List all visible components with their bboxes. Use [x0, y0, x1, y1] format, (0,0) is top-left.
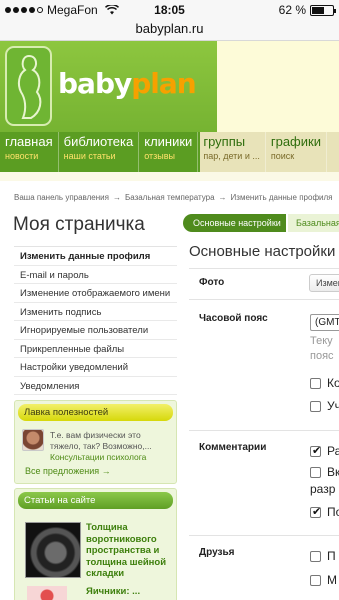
breadcrumb-item[interactable]: Ваша панель управления [14, 193, 109, 202]
menu-item-signature[interactable]: Изменить подпись [14, 303, 177, 321]
friends-option-1-label: П [327, 549, 336, 563]
comments-option-3-label: По [327, 505, 339, 519]
address-bar[interactable]: babyplan.ru [0, 20, 339, 40]
comments-checkbox-3[interactable] [310, 505, 321, 518]
timezone-option-2-label: Уч [327, 399, 339, 413]
settings-tabs: Основные настройки Базальная [183, 214, 339, 232]
friends-checkbox-2[interactable] [310, 575, 321, 586]
avatar[interactable] [22, 429, 44, 451]
menu-item-notifications[interactable]: Уведомления [14, 377, 177, 395]
change-photo-button[interactable]: Измен [309, 274, 339, 292]
article-thumbnail[interactable] [27, 586, 67, 600]
comments-option-1-label: Ра [327, 444, 339, 458]
tab-main-settings[interactable]: Основные настройки [183, 214, 286, 232]
nav-item-home[interactable]: главная новости [0, 132, 59, 172]
settings-heading: Основные настройки [189, 243, 336, 260]
article-link[interactable]: Толщина воротникового пространства и тол… [86, 522, 171, 580]
articles-box: Статьи на сайте Толщина воротникового пр… [14, 488, 177, 600]
comments-option-2-label-cont: разр [310, 482, 336, 496]
battery-percent: 62 % [278, 3, 306, 17]
breadcrumb-item[interactable]: Базальная температура [125, 193, 215, 202]
articles-title: Статьи на сайте [18, 492, 173, 509]
breadcrumb-item[interactable]: Изменить данные профиля [231, 193, 333, 202]
status-bar: MegaFon 18:05 62 % [0, 0, 339, 20]
comments-checkbox-2[interactable] [310, 467, 321, 478]
timezone-label: Часовой пояс [199, 313, 268, 324]
timezone-checkbox-2[interactable] [310, 401, 321, 412]
nav-item-library[interactable]: библиотека наши статьи [59, 132, 140, 172]
comments-option-2-label: Вк [327, 465, 339, 479]
article-thumbnail[interactable] [25, 522, 81, 578]
promo-title: Лавка полезностей [18, 404, 173, 421]
photo-label: Фото [199, 277, 225, 288]
all-offers-link[interactable]: Все предложения → [25, 466, 111, 476]
site-logo[interactable]: babyplan [58, 67, 197, 100]
menu-item-edit-profile[interactable]: Изменить данные профиля [14, 247, 177, 266]
menu-item-ignored-users[interactable]: Игнорируемые пользователи [14, 321, 177, 340]
promo-box: Лавка полезностей Т.е. вам физически это… [14, 400, 177, 484]
page-title: Моя страничка [13, 214, 145, 235]
browser-chrome: MegaFon 18:05 62 % babyplan.ru [0, 0, 339, 41]
friends-checkbox-1[interactable] [310, 551, 321, 562]
comments-checkbox-1[interactable] [310, 444, 321, 457]
nav-item-charts[interactable]: графики поиск [266, 132, 327, 172]
promo-link[interactable]: Консультации психолога [50, 452, 146, 462]
friends-option-2-label: М [327, 573, 337, 587]
menu-item-notification-settings[interactable]: Настройки уведомлений [14, 358, 177, 377]
friends-label: Друзья [199, 547, 235, 558]
breadcrumb: Ваша панель управления → Базальная темпера… [14, 193, 333, 202]
promo-text[interactable]: Т.е. вам физически это тяжело, так? Возм… [50, 430, 152, 451]
timezone-select[interactable]: (GMT [310, 314, 339, 331]
main-nav: главная новости библиотека наши статьи кли… [0, 132, 339, 172]
nav-item-groups[interactable]: группы пар, дети и ... [198, 132, 266, 172]
timezone-checkbox-1[interactable] [310, 378, 321, 389]
nav-item-clinics[interactable]: клиники отзывы [139, 132, 199, 172]
profile-menu: Изменить данные профиля E-mail и пароль … [14, 246, 177, 395]
logo-silhouette-icon[interactable] [5, 46, 52, 126]
article-link[interactable]: Яичники: ... [86, 586, 171, 598]
comments-label: Комментарии [199, 442, 267, 453]
tab-basal[interactable]: Базальная [288, 214, 339, 232]
timezone-option-1-label: Ко [327, 376, 339, 390]
site-header: babyplan главная новости библиотека наши с… [0, 41, 339, 181]
menu-item-display-name[interactable]: Изменение отображаемого имени [14, 284, 177, 303]
menu-item-attachments[interactable]: Прикрепленные файлы [14, 340, 177, 358]
battery-icon [310, 4, 336, 16]
timezone-help: Теку пояс [310, 335, 334, 362]
menu-item-email-password[interactable]: E-mail и пароль [14, 266, 177, 284]
